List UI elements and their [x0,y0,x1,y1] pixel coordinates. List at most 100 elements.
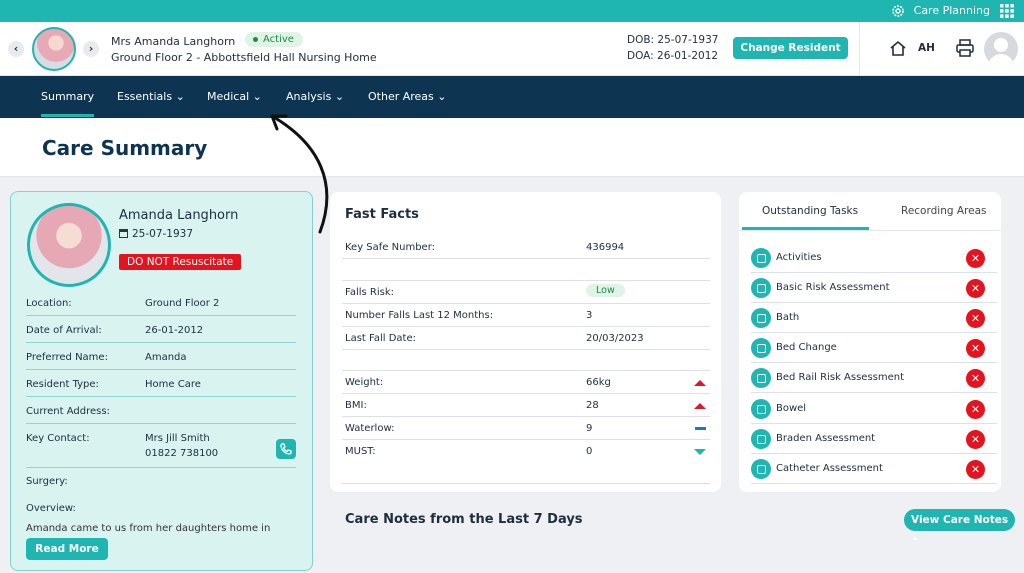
nav-summary[interactable]: Summary [41,90,94,103]
header-divider [859,22,860,76]
change-resident-button[interactable]: Change Resident [733,37,848,59]
phone-icon [280,443,292,455]
task-label: Bed Rail Risk Assessment [776,372,905,383]
home-icon[interactable] [889,40,907,56]
user-initials[interactable]: AH [918,42,935,54]
profile-row-value: 26-01-2012 [145,325,204,336]
falls-risk-badge: Low [586,284,625,297]
previous-resident-button[interactable]: ‹ [8,41,24,57]
task-icon [751,429,771,449]
task-close-icon[interactable]: ✕ [966,369,985,388]
task-close-icon[interactable]: ✕ [966,339,985,358]
apps-grid-icon[interactable] [1000,4,1014,18]
task-close-icon[interactable]: ✕ [966,279,985,298]
fact-label: Waterlow: [345,423,395,434]
resident-location: Ground Floor 2 - Abbottsfield Hall Nursi… [111,51,377,64]
fact-spacer-row [342,260,710,281]
task-row[interactable]: Activities ✕ [751,243,997,273]
task-row[interactable]: Bowel ✕ [751,394,997,424]
gear-icon[interactable] [890,3,906,19]
fact-value: 3 [586,310,593,321]
profile-photo [27,203,111,287]
task-close-icon[interactable]: ✕ [966,400,985,419]
profile-row: Location: Ground Floor 2 [26,293,296,316]
fact-divider [342,483,710,484]
resident-doa: DOA: 26-01-2012 [627,50,719,62]
user-avatar[interactable] [984,32,1018,66]
task-close-icon[interactable]: ✕ [966,430,985,449]
chevron-down-icon: ⌄ [334,90,345,103]
fact-value: 66kg [586,377,611,388]
task-row[interactable]: Bed Change ✕ [751,333,997,363]
task-row[interactable]: Bath ✕ [751,303,997,333]
nav-other-areas[interactable]: Other Areas ⌄ [368,90,447,103]
task-label: Bath [776,312,800,323]
call-contact-button[interactable] [276,439,296,459]
nav-other-areas-label: Other Areas [368,90,434,103]
key-contact-phone: 01822 738100 [145,448,219,459]
profile-row-value: Home Care [145,379,201,390]
task-icon [751,368,771,388]
task-label: Activities [776,252,822,263]
profile-row-label: Date of Arrival: [26,325,102,336]
fast-facts-title: Fast Facts [345,207,419,222]
task-row[interactable]: Bed Rail Risk Assessment ✕ [751,363,997,393]
key-contact-name: Mrs Jill Smith [145,433,210,444]
status-dot-icon [253,36,258,42]
task-row[interactable]: Catheter Assessment ✕ [751,454,997,484]
nav-analysis[interactable]: Analysis ⌄ [286,90,344,103]
task-close-icon[interactable]: ✕ [966,460,985,479]
task-label: Catheter Assessment [776,463,883,474]
nav-essentials[interactable]: Essentials ⌄ [117,90,185,103]
task-icon [751,338,771,358]
fact-row-falls-12: Number Falls Last 12 Months: 3 [342,304,710,327]
fact-spacer-row [342,350,710,371]
fact-row-bmi: BMI: 28 [342,394,710,417]
chevron-up-icon: ⌃ [911,536,920,548]
task-close-icon[interactable]: ✕ [966,309,985,328]
task-label: Braden Assessment [776,433,876,444]
profile-row: Preferred Name: Amanda [26,347,296,370]
fact-row-falls-risk: Falls Risk: Low [342,281,710,304]
read-more-button[interactable]: Read More [26,538,108,560]
nav-medical[interactable]: Medical ⌄ [207,90,262,103]
fact-label: Last Fall Date: [345,333,416,344]
trend-flat-icon [695,427,706,430]
print-icon[interactable] [956,39,974,57]
top-bar: Care Planning [0,0,1024,22]
profile-row-value: Ground Floor 2 [145,298,220,309]
overview-text: Amanda came to us from her daughters hom… [26,523,271,533]
care-notes-title: Care Notes from the Last 7 Days [345,512,583,527]
fact-value: 9 [586,423,593,434]
task-icon [751,399,771,419]
nav-analysis-label: Analysis [286,90,332,103]
task-row[interactable]: Braden Assessment ✕ [751,424,997,454]
fact-value: 20/03/2023 [586,333,644,344]
trend-up-icon [694,380,706,386]
task-icon [751,459,771,479]
trend-up-icon [694,403,706,409]
tab-outstanding-tasks[interactable]: Outstanding Tasks [762,205,858,217]
resident-avatar [32,27,76,71]
fact-label: Falls Risk: [345,287,395,298]
fact-value: 28 [586,400,599,411]
tasks-card: Outstanding Tasks Recording Areas Activi… [739,192,1001,492]
profile-row-label: Preferred Name: [26,352,108,363]
main-nav: Summary Essentials ⌄ Medical ⌄ Analysis … [0,76,1024,118]
next-resident-button[interactable]: › [83,41,99,57]
tab-recording-areas[interactable]: Recording Areas [901,205,987,217]
calendar-icon [119,229,128,238]
chevron-down-icon: ⌄ [252,90,262,103]
task-row[interactable]: Basic Risk Assessment ✕ [751,273,997,303]
care-planning-label[interactable]: Care Planning [914,4,990,17]
fast-facts-card: Fast Facts Key Safe Number: 436994 Falls … [330,192,721,492]
fact-row-weight: Weight: 66kg [342,371,710,394]
trend-down-icon [694,449,706,455]
profile-row-label: Resident Type: [26,379,99,390]
task-icon [751,278,771,298]
profile-row: Resident Type: Home Care [26,374,296,397]
status-text: Active [263,34,294,45]
page-title: Care Summary [42,136,208,160]
view-care-notes-button[interactable]: View Care Notes ⌃ [904,509,1015,548]
task-close-icon[interactable]: ✕ [966,249,985,268]
